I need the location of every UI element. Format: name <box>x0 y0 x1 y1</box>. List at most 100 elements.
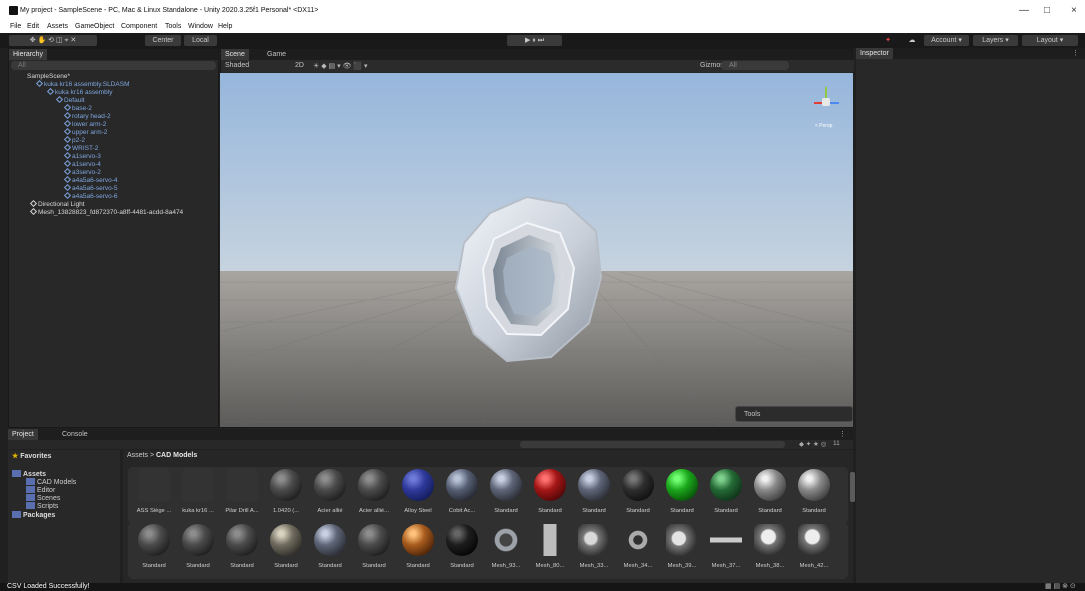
menu-window[interactable]: Window <box>188 23 213 30</box>
cloud-icon[interactable]: ☁ <box>906 35 918 46</box>
play-icon[interactable]: ▶ <box>525 37 530 44</box>
play-controls[interactable]: ▶ ⏸ ⏭ <box>507 35 562 46</box>
asset-tile[interactable]: Standard <box>485 469 527 517</box>
asset-tile[interactable]: Standard <box>749 469 791 517</box>
scene-tool-icons[interactable]: ☀ ◆ ▤ ▾ 👁 ⬛ ▾ <box>313 62 368 70</box>
window-title: My project - SampleScene - PC, Mac & Lin… <box>20 7 319 14</box>
packages-item[interactable]: Packages <box>12 511 55 519</box>
hierarchy-search[interactable]: All <box>11 61 216 70</box>
asset-tile[interactable]: Mesh_80... <box>529 524 571 572</box>
asset-scrollbar[interactable] <box>850 472 855 502</box>
scene-view[interactable]: < Persp Tools <box>220 73 853 427</box>
editor-item[interactable]: Editor <box>26 486 55 494</box>
ring-model <box>454 195 603 363</box>
asset-tile[interactable]: Mesh_34... <box>617 524 659 572</box>
asset-tile[interactable]: Standard <box>705 469 747 517</box>
favorites-item[interactable]: ★ Favorites <box>12 452 51 460</box>
orientation-gizmo[interactable]: < Persp <box>812 81 842 133</box>
tab-scene[interactable]: Scene <box>221 49 249 60</box>
step-icon[interactable]: ⏭ <box>538 37 544 44</box>
asset-tile[interactable]: Mesh_33... <box>573 524 615 572</box>
project-filter-icons[interactable]: ◆ ✦ ★ ◎ <box>799 440 826 448</box>
menu-bar: File Edit Assets GameObject Component To… <box>0 22 1085 33</box>
scene-search[interactable]: All <box>721 61 789 70</box>
asset-tile[interactable]: Acier allié... <box>353 469 395 517</box>
asset-tile[interactable]: Mesh_37... <box>705 524 747 572</box>
project-search[interactable] <box>520 441 785 448</box>
scripts-item[interactable]: Scripts <box>26 502 58 510</box>
asset-breadcrumb: Assets > CAD Models <box>127 452 198 459</box>
hierarchy-item[interactable]: Mesh_13828823_fd872370-a8ff-4481-acdd-8a… <box>29 207 249 216</box>
menu-edit[interactable]: Edit <box>27 23 39 30</box>
status-bar: CSV Loaded Successfully! ▦ ▤ ⊗ ⊙ <box>0 583 1085 591</box>
maximize-button[interactable]: □ <box>1044 5 1050 16</box>
asset-tile[interactable]: kuka kr16 ... <box>177 469 219 517</box>
hierarchy-item[interactable]: Directional Light <box>29 199 249 208</box>
tab-game[interactable]: Game <box>263 49 290 60</box>
window-title-bar: My project - SampleScene - PC, Mac & Lin… <box>0 0 1085 22</box>
asset-tile[interactable]: Mesh_93... <box>485 524 527 572</box>
asset-tile[interactable]: Mesh_39... <box>661 524 703 572</box>
asset-tile[interactable]: Standard <box>441 524 483 572</box>
menu-file[interactable]: File <box>10 23 21 30</box>
tab-hierarchy[interactable]: Hierarchy <box>9 49 47 60</box>
account-dropdown[interactable]: Account ▾ <box>924 35 969 46</box>
asset-tile[interactable]: Standard <box>353 524 395 572</box>
scenes-item[interactable]: Scenes <box>26 494 60 502</box>
asset-tile[interactable]: Standard <box>133 524 175 572</box>
asset-tile[interactable]: Standard <box>529 469 571 517</box>
hierarchy-tree: SampleScene* kuka kr16 assembly.SLDASM k… <box>9 73 220 428</box>
asset-tile[interactable]: Pilar Drill A... <box>221 469 263 517</box>
asset-tile[interactable]: Standard <box>573 469 615 517</box>
shading-dropdown[interactable]: Shaded <box>221 60 253 71</box>
tab-project[interactable]: Project <box>8 429 38 440</box>
tab-inspector[interactable]: Inspector <box>856 48 893 59</box>
menu-tools[interactable]: Tools <box>165 23 181 30</box>
assets-item[interactable]: Assets <box>12 470 46 478</box>
asset-tile[interactable]: Standard <box>309 524 351 572</box>
asset-tile[interactable]: Mesh_38... <box>749 524 791 572</box>
asset-tile[interactable]: Mesh_42... <box>793 524 835 572</box>
inspector-lock-icon[interactable]: ⋮ <box>1072 49 1079 57</box>
close-button[interactable]: × <box>1071 5 1077 16</box>
project-lock-icon[interactable]: ⋮ <box>839 430 846 438</box>
project-tree: ★ Favorites Assets CAD Models Editor Sce… <box>8 450 120 583</box>
asset-tile[interactable]: 1.0420 (... <box>265 469 307 517</box>
transform-tools[interactable]: ✥ ✋ ⟲ ◫ ⌖ ✕ <box>9 35 97 46</box>
tab-console[interactable]: Console <box>58 429 92 440</box>
hierarchy-item[interactable]: SampleScene* <box>27 73 245 80</box>
asset-tile[interactable]: Standard <box>793 469 835 517</box>
main-toolbar: ✥ ✋ ⟲ ◫ ⌖ ✕ Center Local ▶ ⏸ ⏭ ✦ ☁ Accou… <box>0 33 1085 48</box>
tools-overlay[interactable]: Tools <box>735 406 853 422</box>
status-message: CSV Loaded Successfully! <box>7 583 90 590</box>
minimize-button[interactable]: — <box>1019 5 1029 16</box>
asset-tile[interactable]: Alloy Steel <box>397 469 439 517</box>
center-toggle[interactable]: Center <box>145 35 181 46</box>
asset-tile[interactable]: Acier allié <box>309 469 351 517</box>
layout-dropdown[interactable]: Layout ▾ <box>1022 35 1078 46</box>
collab-icon[interactable]: ✦ <box>882 35 894 46</box>
scene-toolbar: Shaded 2D ☀ ◆ ▤ ▾ 👁 ⬛ ▾ Gizmos All <box>221 60 854 72</box>
status-icons: ▦ ▤ ⊗ ⊙ <box>1045 583 1076 590</box>
hierarchy-panel: Hierarchy All SampleScene* kuka kr16 ass… <box>8 48 219 428</box>
cad-models-item[interactable]: CAD Models <box>26 478 76 486</box>
asset-tile[interactable]: Standard <box>617 469 659 517</box>
layers-dropdown[interactable]: Layers ▾ <box>973 35 1018 46</box>
menu-gameobject[interactable]: GameObject <box>75 23 114 30</box>
local-toggle[interactable]: Local <box>184 35 217 46</box>
asset-tile[interactable]: Cobit Ac... <box>441 469 483 517</box>
asset-tile[interactable]: ASS Siège ... <box>133 469 175 517</box>
asset-tile[interactable]: Standard <box>661 469 703 517</box>
asset-tile[interactable]: Standard <box>397 524 439 572</box>
asset-tile[interactable]: Standard <box>177 524 219 572</box>
2d-toggle[interactable]: 2D <box>291 60 308 71</box>
asset-tile[interactable]: Standard <box>265 524 307 572</box>
project-toolbar: ◆ ✦ ★ ◎ 11 <box>8 440 853 449</box>
menu-assets[interactable]: Assets <box>47 23 68 30</box>
menu-help[interactable]: Help <box>218 23 232 30</box>
unity-logo-icon <box>9 6 18 15</box>
pause-icon[interactable]: ⏸ <box>532 37 536 44</box>
menu-component[interactable]: Component <box>121 23 157 30</box>
project-tabbar: Project Console ⋮ <box>8 429 853 440</box>
asset-tile[interactable]: Standard <box>221 524 263 572</box>
